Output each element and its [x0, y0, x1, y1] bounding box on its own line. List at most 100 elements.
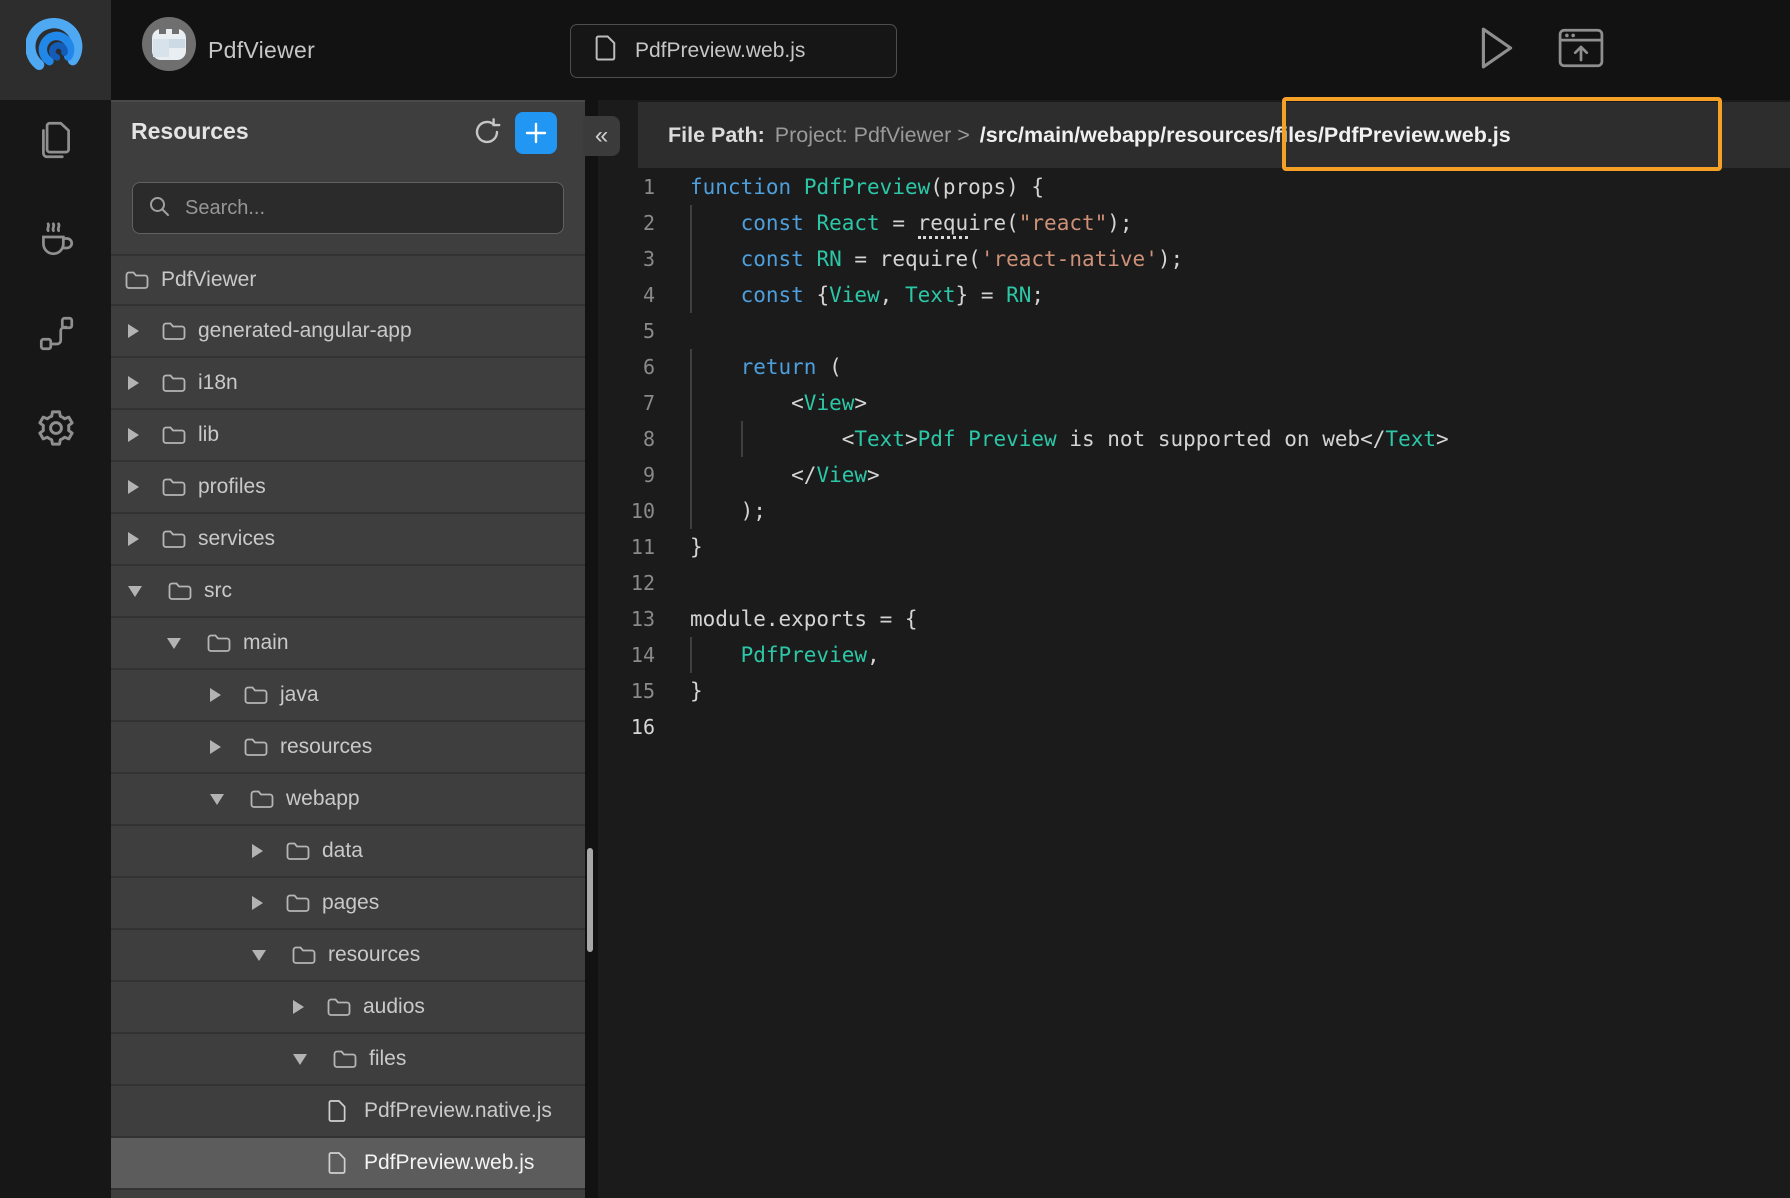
plus-icon [523, 120, 549, 146]
code-line[interactable]: 13module.exports = { [598, 601, 1790, 637]
caret-down-icon[interactable] [252, 950, 266, 961]
tree-row[interactable]: java [111, 670, 585, 722]
indent-guide [690, 349, 692, 529]
wave-logo-icon [26, 18, 86, 83]
indent-guide [690, 205, 692, 313]
tree-row[interactable]: generated-angular-app [111, 306, 585, 358]
tree-row[interactable]: resources [111, 722, 585, 774]
code-line[interactable]: 15} [598, 673, 1790, 709]
code-line[interactable]: 3 const RN = require('react-native'); [598, 241, 1790, 277]
tree-row[interactable]: data [111, 826, 585, 878]
code-line[interactable]: 16 [598, 709, 1790, 745]
folder-icon [125, 270, 149, 290]
file-tab[interactable]: PdfPreview.web.js [570, 24, 897, 78]
code-line[interactable]: 4 const {View, Text} = RN; [598, 277, 1790, 313]
caret-right-icon[interactable] [210, 688, 221, 702]
caret-right-icon[interactable] [128, 324, 139, 338]
folder-icon [286, 841, 310, 861]
caret-down-icon[interactable] [210, 794, 224, 805]
app-menu-button[interactable] [142, 17, 196, 71]
refresh-button[interactable] [469, 116, 505, 152]
logo-button[interactable] [0, 0, 111, 100]
tree-row[interactable]: PdfViewer [111, 254, 585, 306]
tree-row[interactable]: main [111, 618, 585, 670]
caret-down-icon[interactable] [167, 638, 181, 649]
deploy-button[interactable] [1558, 27, 1604, 73]
tree-item-label: java [280, 683, 319, 707]
workflow-icon [35, 312, 77, 359]
code-line-text: ); [690, 499, 766, 523]
caret-down-icon[interactable] [293, 1054, 307, 1065]
tree-item-label: data [322, 839, 363, 863]
tree-row[interactable]: audios [111, 982, 585, 1034]
folder-icon [292, 945, 316, 965]
tree-row[interactable]: PdfPreview.web.js [111, 1138, 585, 1190]
code-line[interactable]: 2 const React = require("react"); [598, 205, 1790, 241]
tree-row[interactable]: lib [111, 410, 585, 462]
workflow-nav-button[interactable] [0, 307, 111, 363]
folder-icon [244, 737, 268, 757]
code-line[interactable]: 9 </View> [598, 457, 1790, 493]
settings-nav-button[interactable] [0, 402, 111, 458]
search-icon [147, 194, 171, 223]
tree-row[interactable]: services [111, 514, 585, 566]
tree-row[interactable]: profiles [111, 462, 585, 514]
brew-nav-button[interactable] [0, 212, 111, 268]
caret-right-icon[interactable] [210, 740, 221, 754]
tree-row[interactable]: webapp [111, 774, 585, 826]
code-line[interactable]: 11} [598, 529, 1790, 565]
line-number: 10 [598, 499, 655, 523]
caret-right-icon[interactable] [128, 532, 139, 546]
code-line[interactable]: 10 ); [598, 493, 1790, 529]
tree-row[interactable]: files [111, 1034, 585, 1086]
file-icon [328, 1099, 352, 1123]
code-line[interactable]: 1function PdfPreview(props) { [598, 169, 1790, 205]
tree-row[interactable]: PdfPreview.native.js [111, 1086, 585, 1138]
add-resource-button[interactable] [515, 112, 557, 154]
code-line[interactable]: 14 PdfPreview, [598, 637, 1790, 673]
caret-right-icon[interactable] [252, 844, 263, 858]
code-line-text: <View> [690, 391, 867, 415]
line-number: 12 [598, 571, 655, 595]
tree-row[interactable]: pages [111, 878, 585, 930]
sidebar-scrollbar-thumb[interactable] [587, 848, 593, 952]
indent-guide [741, 421, 743, 457]
caret-right-icon[interactable] [252, 896, 263, 910]
folder-icon [333, 1049, 357, 1069]
line-number: 6 [598, 355, 655, 379]
folder-icon [286, 893, 310, 913]
file-path-label: File Path: [668, 123, 765, 148]
folder-icon [250, 789, 274, 809]
code-line-text: return ( [690, 355, 842, 379]
folder-icon [244, 685, 268, 705]
tree-item-label: i18n [198, 371, 238, 395]
caret-right-icon[interactable] [128, 480, 139, 494]
code-line[interactable]: 12 [598, 565, 1790, 601]
code-line[interactable]: 6 return ( [598, 349, 1790, 385]
code-line-text: function PdfPreview(props) { [690, 175, 1044, 199]
pages-nav-button[interactable] [0, 114, 111, 170]
collapse-sidebar-button[interactable]: « [583, 116, 620, 156]
folder-icon [162, 477, 186, 497]
indent-guide [690, 637, 692, 673]
tree-row[interactable]: resources [111, 930, 585, 982]
code-line[interactable]: 8 <Text>Pdf Preview is not supported on … [598, 421, 1790, 457]
tree-row[interactable]: src [111, 566, 585, 618]
tree-row[interactable]: i18n [111, 358, 585, 410]
folder-icon [162, 373, 186, 393]
caret-right-icon[interactable] [128, 376, 139, 390]
chevrons-left-icon: « [595, 122, 608, 150]
search-box [132, 182, 564, 234]
tree-item-label: PdfViewer [161, 268, 256, 292]
line-number: 15 [598, 679, 655, 703]
search-input[interactable] [183, 196, 549, 221]
caret-down-icon[interactable] [128, 586, 142, 597]
run-button[interactable] [1474, 27, 1520, 73]
code-line[interactable]: 5 [598, 313, 1790, 349]
caret-right-icon[interactable] [293, 1000, 304, 1014]
caret-right-icon[interactable] [128, 428, 139, 442]
code-area[interactable]: 1function PdfPreview(props) {2 const Rea… [598, 169, 1790, 1198]
tree-item-label: main [243, 631, 289, 655]
code-line[interactable]: 7 <View> [598, 385, 1790, 421]
tree-item-label: webapp [286, 787, 360, 811]
